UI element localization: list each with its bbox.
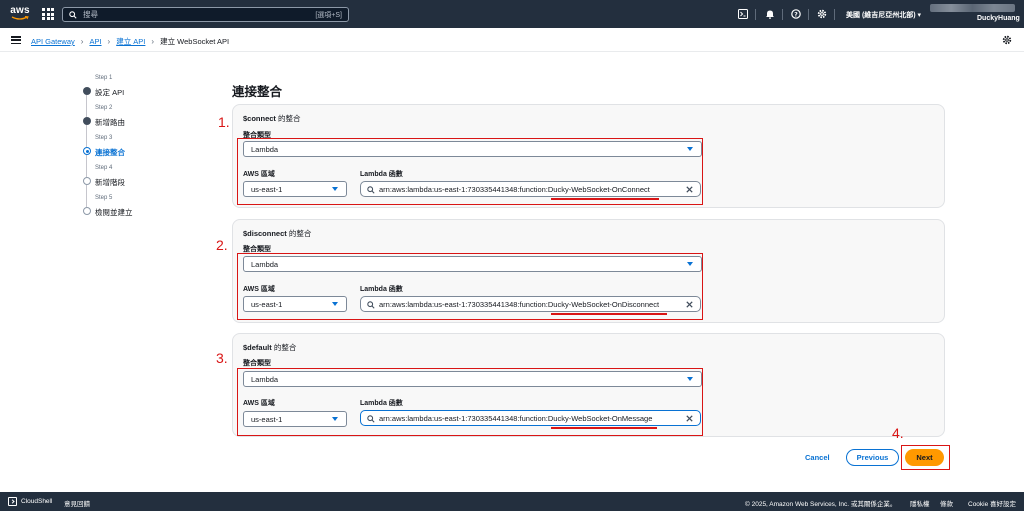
top-navigation: aws 搜尋 [選項+S] ? 美國 (維吉尼亞州北部) ▾ DuckyHuan…	[0, 0, 1024, 28]
integration-type-label: 整合類型	[243, 360, 271, 367]
breadcrumb-current: 建立 WebSocket API	[160, 37, 230, 46]
breadcrumb-create-api[interactable]: 建立 API	[116, 36, 145, 47]
highlight-box-2	[237, 253, 703, 320]
annotation-number: 4.	[892, 425, 904, 441]
aws-logo[interactable]: aws	[9, 6, 31, 22]
cloudshell-icon[interactable]	[737, 8, 749, 20]
step-todo-dot	[83, 207, 91, 215]
breadcrumb: API Gateway › API › 建立 API › 建立 WebSocke…	[31, 36, 229, 47]
svg-text:?: ?	[794, 11, 798, 18]
footer-privacy[interactable]: 隱私權	[910, 498, 930, 508]
aws-smile-icon	[11, 16, 29, 20]
search-placeholder: 搜尋	[83, 10, 98, 19]
footer-feedback[interactable]: 意見回饋	[64, 498, 90, 508]
chevron-right-icon: ›	[151, 37, 155, 46]
account-id-redacted	[930, 4, 1015, 12]
step-todo-dot	[83, 177, 91, 185]
footer-cloudshell[interactable]: CloudShell	[21, 498, 52, 505]
page-settings-icon[interactable]	[1002, 35, 1012, 45]
previous-button[interactable]: Previous	[846, 449, 899, 466]
step-done-dot	[83, 117, 91, 125]
step-label[interactable]: 設定 API	[95, 87, 124, 98]
chevron-right-icon: ›	[80, 37, 84, 46]
step-connector	[86, 125, 87, 147]
step-label[interactable]: 新增路由	[95, 117, 125, 128]
region-selector[interactable]: 美國 (維吉尼亞州北部) ▾	[846, 10, 921, 20]
annotation-number: 2.	[216, 237, 228, 253]
annotation-number: 1.	[218, 114, 230, 130]
nav-divider	[834, 9, 835, 20]
footer-cookie-preferences[interactable]: Cookie 喜好設定	[968, 498, 1016, 508]
card-title: $disconnect 的整合	[243, 229, 312, 238]
breadcrumb-bar: API Gateway › API › 建立 API › 建立 WebSocke…	[0, 28, 1024, 52]
notifications-bell-icon[interactable]	[764, 8, 776, 20]
page-title: 連接整合	[232, 85, 283, 99]
card-title: $default 的整合	[243, 343, 297, 352]
highlight-box-3	[237, 368, 703, 436]
card-title: $connect 的整合	[243, 114, 301, 123]
step-label: 連接整合	[95, 148, 125, 157]
step-connector	[86, 185, 87, 207]
highlight-box-1	[237, 138, 703, 205]
step-label: 新增階段	[95, 178, 125, 187]
account-menu[interactable]: DuckyHuang	[977, 15, 1020, 22]
search-icon	[69, 10, 77, 19]
step-current-dot	[83, 147, 91, 155]
settings-gear-icon[interactable]	[816, 8, 828, 20]
step-connector	[86, 95, 87, 117]
cancel-button[interactable]: Cancel	[805, 453, 830, 462]
services-menu-icon[interactable]	[42, 8, 54, 20]
step-label: 檢閱並建立	[95, 208, 133, 217]
search-bar[interactable]: 搜尋 [選項+S]	[62, 7, 349, 22]
cloudshell-icon[interactable]	[8, 497, 17, 506]
step-connector	[86, 155, 87, 177]
highlight-box-4	[901, 445, 950, 470]
search-shortcut: [選項+S]	[315, 11, 342, 19]
footer-copyright: © 2025, Amazon Web Services, Inc. 或其關係企業…	[745, 501, 897, 508]
nav-divider	[782, 9, 783, 20]
chevron-right-icon: ›	[107, 37, 111, 46]
breadcrumb-api[interactable]: API	[89, 37, 101, 46]
nav-divider	[808, 9, 809, 20]
help-icon[interactable]: ?	[790, 8, 802, 20]
step-done-dot	[83, 87, 91, 95]
hamburger-menu-icon[interactable]	[11, 36, 21, 44]
nav-divider	[755, 9, 756, 20]
annotation-number: 3.	[216, 350, 228, 366]
breadcrumb-api-gateway[interactable]: API Gateway	[31, 37, 75, 46]
footer-terms[interactable]: 條款	[940, 498, 953, 508]
footer: CloudShell 意見回饋 © 2025, Amazon Web Servi…	[0, 492, 1024, 511]
